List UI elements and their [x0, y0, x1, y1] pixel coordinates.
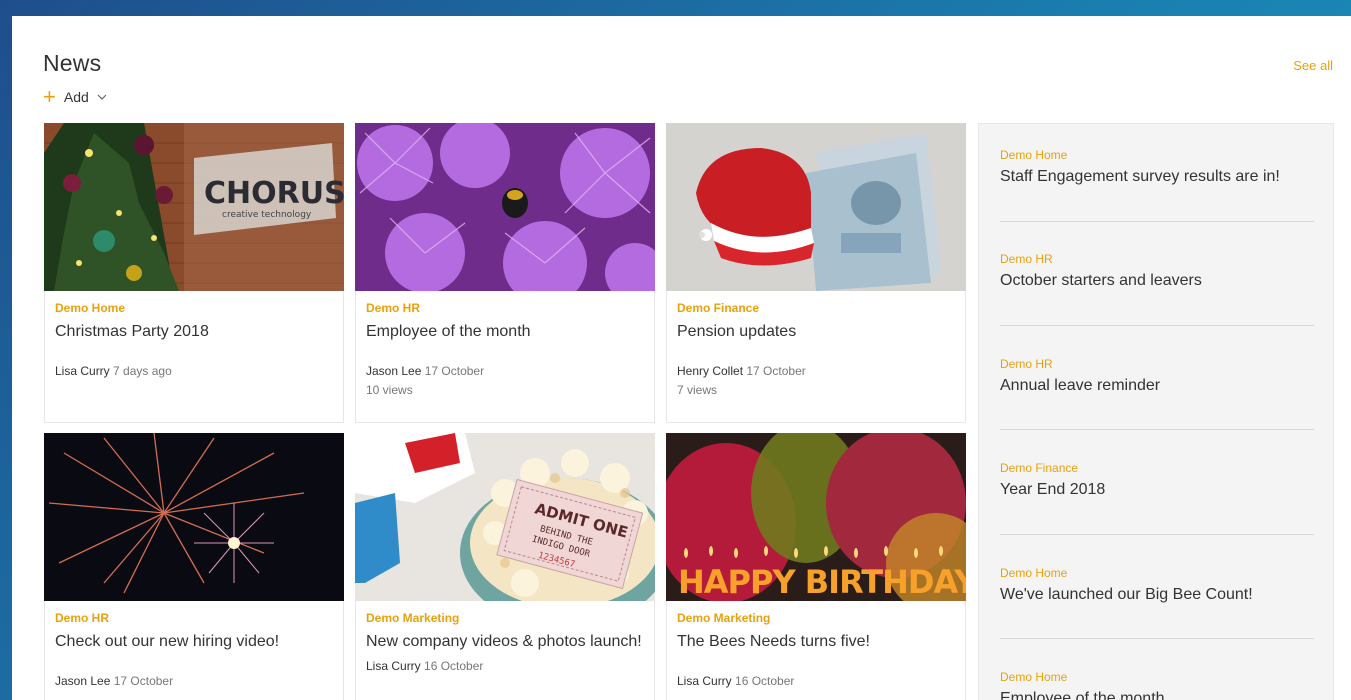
- card-meta: Jason Lee 17 October: [45, 652, 343, 691]
- news-card[interactable]: ADMIT ONE BEHIND THE INDIGO DOOR 1234567…: [355, 433, 655, 700]
- news-sidebar-list: Demo Home Staff Engagement survey result…: [978, 123, 1334, 700]
- sidebar-news-item[interactable]: Demo Finance Year End 2018: [1000, 461, 1314, 499]
- plus-icon: +: [43, 84, 56, 109]
- news-card[interactable]: CHORUS creative technology Demo Home Chr…: [44, 123, 344, 423]
- sidebar-news-item[interactable]: Demo Home Staff Engagement survey result…: [1000, 148, 1314, 186]
- card-image: [44, 433, 344, 601]
- card-meta: Jason Lee 17 October: [356, 342, 654, 381]
- card-date: 17 October: [746, 364, 806, 378]
- card-site: Demo Home: [55, 301, 126, 315]
- card-views: 10 views: [366, 383, 413, 397]
- add-label: Add: [63, 89, 89, 105]
- sidebar-item-site: Demo HR: [1000, 252, 1053, 266]
- sidebar-news-item[interactable]: Demo HR Annual leave reminder: [1000, 357, 1314, 395]
- sidebar-item-site: Demo HR: [1000, 357, 1053, 371]
- sidebar-item-title: Year End 2018: [1000, 481, 1106, 498]
- card-date: 16 October: [424, 659, 484, 673]
- sidebar-item-site: Demo Home: [1000, 670, 1068, 684]
- news-card[interactable]: Demo Finance Pension updates Henry Colle…: [666, 123, 966, 423]
- news-heading: News: [43, 50, 102, 76]
- card-date: 7 days ago: [113, 364, 172, 378]
- sidebar-item-title: Employee of the month: [1000, 690, 1165, 700]
- divider: [1000, 325, 1314, 326]
- card-author: Lisa Curry: [55, 364, 110, 378]
- news-webpart: News See all + Add CHORUS creative techn…: [12, 16, 1351, 700]
- sidebar-item-site: Demo Home: [1000, 566, 1068, 580]
- card-author: Lisa Curry: [677, 674, 732, 688]
- card-meta: Lisa Curry 16 October: [667, 652, 965, 691]
- sidebar-item-title: October starters and leavers: [1000, 272, 1202, 289]
- sidebar-item-title: Staff Engagement survey results are in!: [1000, 168, 1280, 185]
- card-image: CHORUS creative technology: [44, 123, 344, 291]
- card-date: 17 October: [113, 674, 174, 688]
- card-meta: Lisa Curry 16 October: [356, 652, 654, 676]
- card-views: 7 views: [677, 383, 718, 397]
- see-all-link[interactable]: See all: [1293, 58, 1333, 73]
- card-site: Demo Finance: [677, 301, 760, 315]
- card-site: Demo HR: [366, 301, 421, 315]
- sidebar-news-item[interactable]: Demo HR October starters and leavers: [1000, 252, 1314, 290]
- chorus-logo-sub: creative technology: [222, 210, 312, 220]
- chorus-logo-text: CHORUS: [204, 176, 344, 211]
- card-title: The Bees Needs turns five!: [677, 633, 870, 650]
- card-meta: Lisa Curry 7 days ago: [45, 342, 343, 381]
- birthday-candles-text: HAPPY BIRTHDAY: [678, 563, 966, 601]
- card-site: Demo Marketing: [677, 611, 771, 625]
- card-image: [355, 123, 655, 291]
- card-meta: Henry Collet 17 October: [667, 342, 965, 381]
- news-card[interactable]: Demo HR Employee of the month Jason Lee …: [355, 123, 655, 423]
- sidebar-news-item[interactable]: Demo Home We've launched our Big Bee Cou…: [1000, 566, 1314, 604]
- news-card[interactable]: HAPPY BIRTHDAY Demo Marketing The Bees N…: [666, 433, 966, 700]
- card-image: [666, 123, 966, 291]
- card-site: Demo HR: [55, 611, 110, 625]
- card-title: Employee of the month: [366, 323, 531, 340]
- card-title: Pension updates: [677, 323, 797, 340]
- divider: [1000, 429, 1314, 430]
- divider: [1000, 638, 1314, 639]
- card-author: Lisa Curry: [366, 659, 421, 673]
- sidebar-item-title: Annual leave reminder: [1000, 377, 1161, 394]
- card-title: Check out our new hiring video!: [55, 633, 280, 650]
- card-date: 17 October: [424, 364, 485, 378]
- sidebar-item-site: Demo Home: [1000, 148, 1068, 162]
- card-author: Jason Lee: [55, 674, 111, 688]
- sidebar-item-site: Demo Finance: [1000, 461, 1079, 475]
- card-author: Henry Collet: [677, 364, 744, 378]
- card-title: Christmas Party 2018: [55, 323, 209, 340]
- card-image: ADMIT ONE BEHIND THE INDIGO DOOR 1234567: [355, 433, 655, 601]
- card-site: Demo Marketing: [366, 611, 460, 625]
- card-author: Jason Lee: [366, 364, 422, 378]
- divider: [1000, 221, 1314, 222]
- chevron-down-icon: [97, 94, 107, 100]
- sidebar-item-title: We've launched our Big Bee Count!: [1000, 586, 1253, 603]
- card-title: New company videos & photos launch!: [366, 633, 642, 650]
- sidebar-news-item[interactable]: Demo Home Employee of the month: [1000, 670, 1314, 700]
- card-date: 16 October: [735, 674, 795, 688]
- card-image: HAPPY BIRTHDAY: [666, 433, 966, 601]
- news-card[interactable]: Demo HR Check out our new hiring video! …: [44, 433, 344, 700]
- divider: [1000, 534, 1314, 535]
- add-button[interactable]: + Add: [43, 84, 108, 109]
